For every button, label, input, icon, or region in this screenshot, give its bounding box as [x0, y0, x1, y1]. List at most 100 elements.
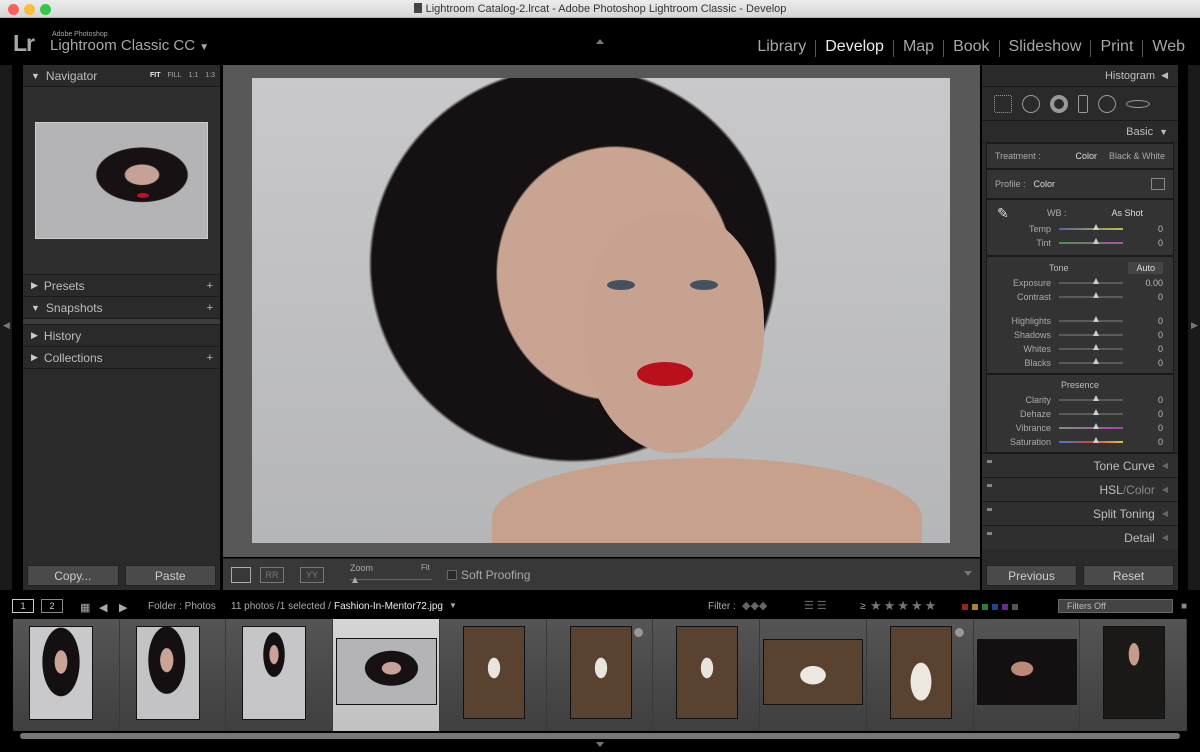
module-map[interactable]: Map: [894, 38, 943, 57]
red-label-swatch[interactable]: [962, 604, 968, 610]
zoom-fill-option[interactable]: FILL: [168, 72, 182, 79]
filmstrip[interactable]: [13, 619, 1188, 731]
add-snapshot-icon[interactable]: +: [207, 302, 213, 314]
treatment-color-option[interactable]: Color: [1075, 151, 1097, 161]
purple-label-swatch[interactable]: [1002, 604, 1008, 610]
slider-thumb[interactable]: [1093, 224, 1099, 230]
previous-settings-button[interactable]: Previous: [986, 565, 1077, 586]
contrast-slider-row[interactable]: Contrast 0: [987, 290, 1173, 304]
filter-presets-dropdown[interactable]: Filters Off: [1058, 599, 1173, 613]
saturation-slider[interactable]: [1059, 437, 1123, 443]
filter-lock-icon[interactable]: ■: [1181, 601, 1187, 612]
filmstrip-thumbnail[interactable]: [653, 619, 761, 731]
navigator-preview[interactable]: [23, 87, 220, 275]
vibrance-slider[interactable]: [1059, 423, 1123, 429]
slider-thumb[interactable]: [1093, 292, 1099, 298]
color-tab[interactable]: Color: [1126, 483, 1155, 497]
forward-arrow-icon[interactable]: ▶: [119, 601, 127, 614]
blacks-slider-row[interactable]: Blacks 0: [987, 356, 1173, 370]
tint-slider-row[interactable]: Tint 0: [987, 236, 1173, 250]
profile-dropdown[interactable]: Color: [1034, 179, 1056, 189]
auto-tone-button[interactable]: Auto: [1128, 262, 1163, 274]
grid-view-icon[interactable]: ▦: [80, 601, 90, 614]
image-view[interactable]: [223, 65, 980, 557]
zoom-1-1-option[interactable]: 1:1: [189, 72, 199, 79]
highlights-slider-row[interactable]: Highlights 0: [987, 314, 1173, 328]
dehaze-slider-row[interactable]: Dehaze 0: [987, 407, 1173, 421]
exposure-slider-row[interactable]: Exposure 0.00: [987, 276, 1173, 290]
brand-product[interactable]: Lightroom Classic CC ▼: [50, 37, 209, 54]
filmstrip-thumbnail[interactable]: [546, 619, 654, 731]
exposure-slider[interactable]: [1059, 278, 1123, 284]
loupe-view-icon[interactable]: [231, 567, 251, 583]
shadows-slider-row[interactable]: Shadows 0: [987, 328, 1173, 342]
reset-button[interactable]: Reset: [1083, 565, 1174, 586]
main-photo[interactable]: [252, 78, 950, 543]
graduated-filter-icon[interactable]: [1078, 94, 1088, 113]
filmstrip-thumbnail[interactable]: [973, 619, 1081, 731]
filmstrip-thumbnail[interactable]: [1080, 619, 1188, 731]
spot-removal-tool-icon[interactable]: [1022, 94, 1040, 113]
filmstrip-thumbnail[interactable]: [866, 619, 974, 731]
before-after-swap-button[interactable]: YY: [300, 567, 324, 583]
highlights-slider[interactable]: [1059, 316, 1123, 322]
chevron-down-icon[interactable]: ▼: [449, 601, 457, 610]
clarity-slider-row[interactable]: Clarity 0: [987, 393, 1173, 407]
slider-thumb[interactable]: [1093, 344, 1099, 350]
panel-switch-icon[interactable]: [987, 532, 992, 535]
detail-header[interactable]: Detail ◀: [982, 525, 1178, 549]
histogram-header[interactable]: Histogram ◀: [982, 65, 1178, 87]
red-eye-tool-icon[interactable]: [1050, 94, 1068, 113]
copy-settings-button[interactable]: Copy...: [27, 565, 119, 586]
filmstrip-thumbnail[interactable]: [439, 619, 547, 731]
module-print[interactable]: Print: [1091, 38, 1142, 57]
vibrance-slider-row[interactable]: Vibrance 0: [987, 421, 1173, 435]
dehaze-slider[interactable]: [1059, 409, 1123, 415]
profile-browser-icon[interactable]: [1151, 178, 1165, 190]
slider-thumb[interactable]: [1093, 358, 1099, 364]
color-label-filter[interactable]: [962, 604, 1018, 610]
yellow-label-swatch[interactable]: [972, 604, 978, 610]
slider-thumb[interactable]: [1093, 423, 1099, 429]
adjustment-brush-icon[interactable]: [1126, 99, 1150, 108]
slider-thumb[interactable]: [1093, 437, 1099, 443]
filmstrip-thumbnail[interactable]: [119, 619, 227, 731]
hsl-tab[interactable]: HSL: [1099, 483, 1122, 497]
crop-tool-icon[interactable]: [994, 94, 1012, 113]
soft-proofing-checkbox[interactable]: [447, 570, 457, 580]
contrast-slider[interactable]: [1059, 292, 1123, 298]
folder-source[interactable]: Folder : Photos: [148, 601, 216, 612]
slider-thumb[interactable]: [1093, 278, 1099, 284]
temp-slider[interactable]: [1059, 224, 1123, 230]
soft-proofing-label[interactable]: Soft Proofing: [461, 568, 530, 582]
rating-operator[interactable]: ≥: [860, 601, 866, 612]
blue-label-swatch[interactable]: [992, 604, 998, 610]
presets-header[interactable]: ▶ Presets +: [23, 275, 220, 297]
toolbar-options-icon[interactable]: [964, 571, 972, 576]
filmstrip-scrollbar[interactable]: [20, 733, 1180, 739]
panel-switch-icon[interactable]: [987, 484, 992, 487]
clarity-slider[interactable]: [1059, 395, 1123, 401]
whites-slider-row[interactable]: Whites 0: [987, 342, 1173, 356]
slider-thumb[interactable]: [1093, 316, 1099, 322]
split-toning-header[interactable]: Split Toning ◀: [982, 501, 1178, 525]
gray-label-swatch[interactable]: [1012, 604, 1018, 610]
collections-header[interactable]: ▶ Collections +: [23, 347, 220, 369]
filmstrip-thumbnail[interactable]: [226, 619, 334, 731]
right-panel-toggle[interactable]: ▶: [1188, 65, 1200, 590]
panel-switch-icon[interactable]: [987, 460, 992, 463]
rating-filter-stars[interactable]: ★★★★★: [870, 598, 938, 614]
add-preset-icon[interactable]: +: [207, 280, 213, 292]
zoom-slider-thumb[interactable]: [352, 577, 358, 583]
navigator-header[interactable]: ▼ Navigator FIT FILL 1:1 1:3: [23, 65, 220, 87]
basic-header[interactable]: Basic ▼: [982, 121, 1178, 143]
module-library[interactable]: Library: [748, 38, 815, 57]
zoom-fit-option[interactable]: FIT: [150, 72, 161, 79]
panel-switch-icon[interactable]: [987, 508, 992, 511]
slider-thumb[interactable]: [1093, 409, 1099, 415]
tone-curve-header[interactable]: Tone Curve ◀: [982, 453, 1178, 477]
tint-slider[interactable]: [1059, 238, 1123, 244]
slider-thumb[interactable]: [1093, 395, 1099, 401]
zoom-1-3-option[interactable]: 1:3: [205, 72, 215, 79]
module-book[interactable]: Book: [944, 38, 998, 57]
